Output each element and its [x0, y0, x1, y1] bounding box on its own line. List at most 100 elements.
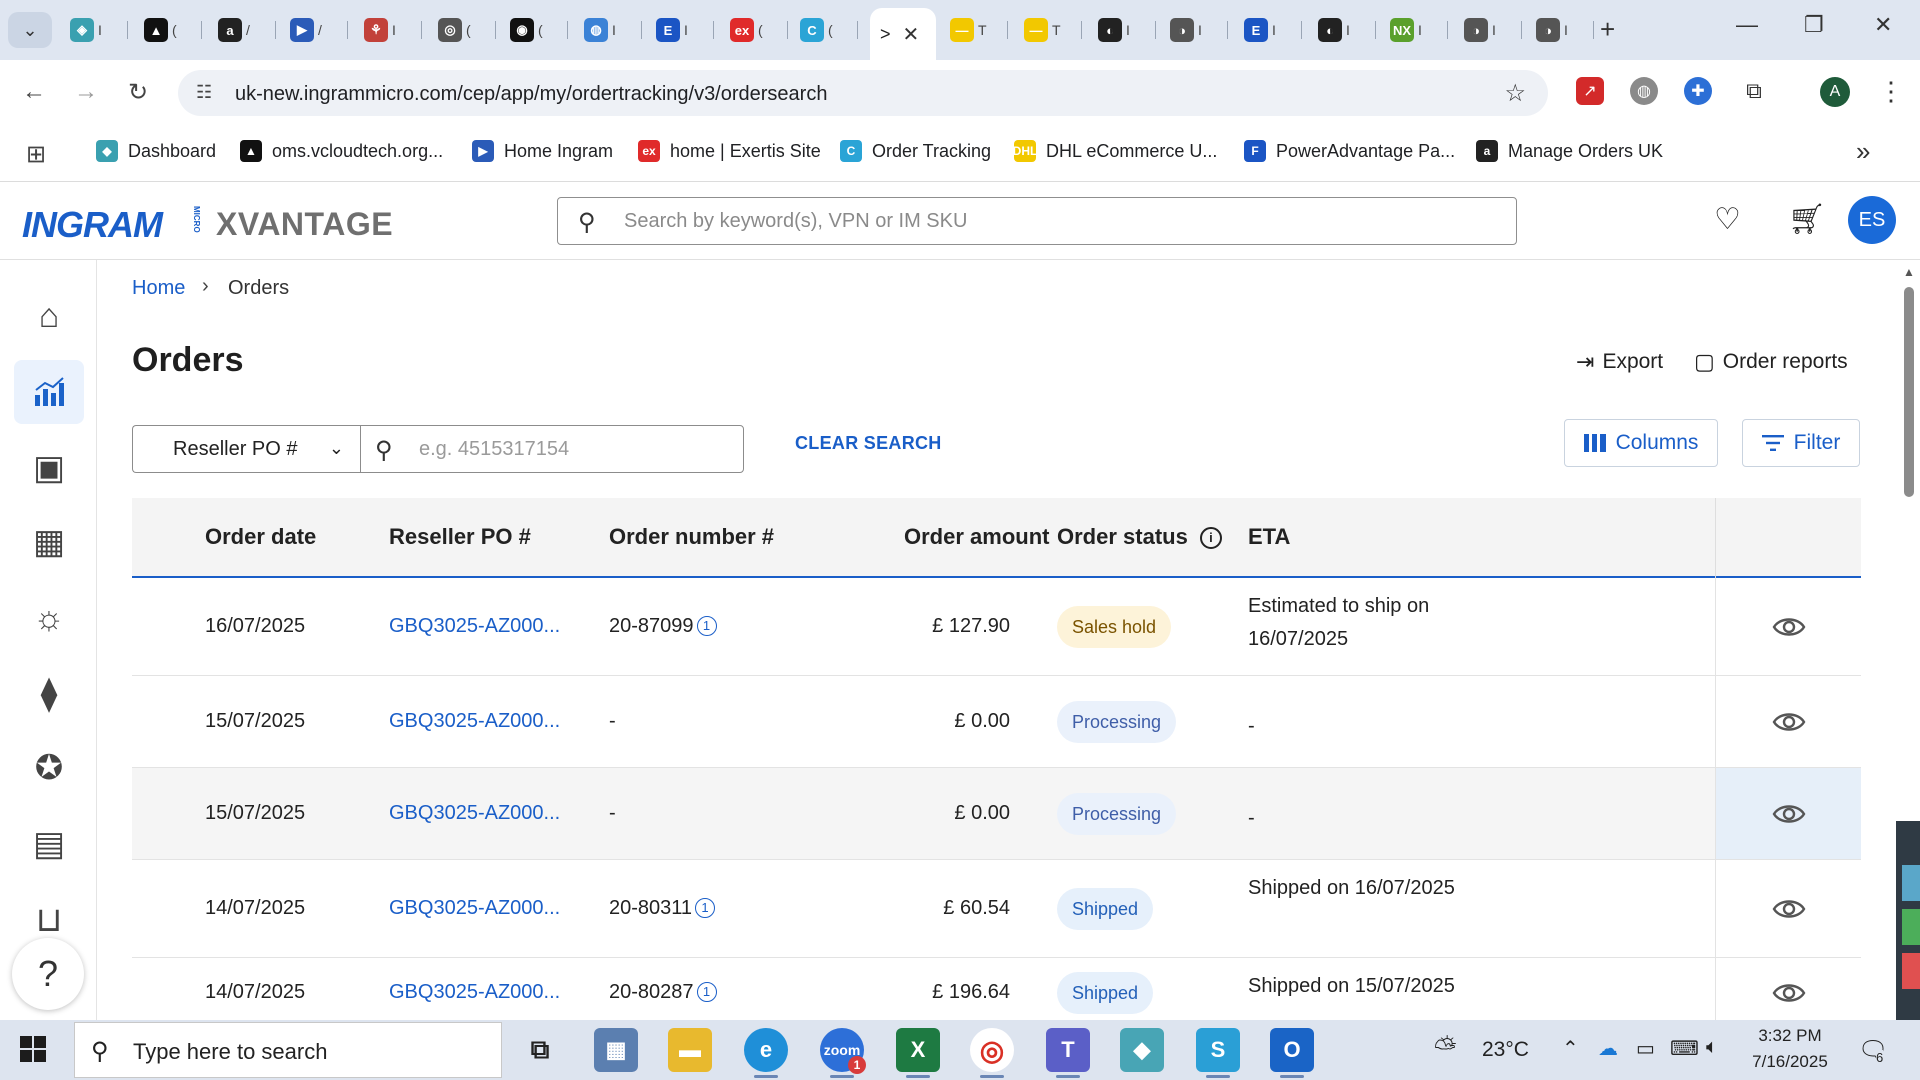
order-number-cell[interactable]: 20-87099 1 — [609, 615, 717, 638]
clock-time[interactable]: 3:32 PM — [1742, 1026, 1838, 1046]
edge-browser-icon[interactable]: e — [744, 1028, 788, 1078]
excel-app-icon[interactable]: X — [896, 1028, 940, 1078]
bookmark-item[interactable]: C Order Tracking — [840, 140, 991, 162]
url-text[interactable]: uk-new.ingrammicro.com/cep/app/my/ordert… — [235, 83, 827, 106]
apps-grid-icon[interactable]: ⊞ — [26, 140, 46, 169]
windows-start-icon[interactable] — [20, 1036, 46, 1062]
tab-search-chevron-icon[interactable]: ⌄ — [8, 12, 52, 48]
order-count-info-icon[interactable]: 1 — [696, 615, 717, 636]
nav-home-icon[interactable]: ⌂ — [14, 284, 84, 348]
order-number-cell[interactable]: 20-80311 1 — [609, 897, 716, 920]
order-count-info-icon[interactable]: 1 — [696, 981, 717, 1002]
order-reports-button[interactable]: ▢ Order reports — [1694, 349, 1848, 375]
profile-avatar[interactable]: A — [1820, 77, 1850, 107]
address-bar[interactable]: ☷ uk-new.ingrammicro.com/cep/app/my/orde… — [178, 70, 1548, 116]
new-tab-button[interactable]: + — [1600, 14, 1615, 45]
nav-lightbulb-icon[interactable]: ☼ — [14, 586, 84, 650]
browser-tab[interactable]: ⚘ I — [354, 12, 426, 48]
browser-tab[interactable]: ▲( — [134, 12, 206, 48]
pdf-extension-icon[interactable]: ↗ — [1576, 77, 1604, 105]
product-search-input[interactable] — [622, 206, 1482, 236]
browser-tab[interactable]: ◈ I — [60, 12, 132, 48]
table-row[interactable]: 15/07/2025 GBQ3025-AZ000... - £ 0.00 Process… — [132, 676, 1861, 768]
more-bookmarks-icon[interactable]: » — [1856, 136, 1870, 167]
col-eta[interactable]: ETA — [1248, 524, 1290, 550]
browser-tab[interactable]: NX I — [1380, 12, 1452, 48]
globe-extension-icon[interactable]: ◍ — [1630, 77, 1658, 105]
close-tab-icon[interactable]: ✕ — [903, 22, 920, 47]
site-info-icon[interactable]: ☷ — [196, 82, 212, 103]
network-icon[interactable]: ⌨ — [1670, 1036, 1699, 1061]
scroll-up-icon[interactable]: ▲ — [1903, 265, 1915, 279]
tray-chevron-up-icon[interactable]: ⌃ — [1562, 1036, 1579, 1061]
browser-menu-icon[interactable]: ⋮ — [1878, 76, 1904, 107]
extensions-icon[interactable]: ⧉ — [1740, 77, 1768, 105]
order-number-cell[interactable]: 20-80287 1 — [609, 981, 717, 1004]
columns-button[interactable]: Columns — [1564, 419, 1718, 467]
order-number-cell[interactable]: - — [609, 710, 616, 733]
browser-tab[interactable]: ◐ I — [1308, 12, 1380, 48]
order-number-cell[interactable]: - — [609, 802, 616, 825]
heart-icon[interactable]: ♡ — [1714, 202, 1741, 237]
col-order-amount[interactable]: Order amount — [904, 524, 1049, 550]
taskbar-search[interactable]: ⚲ Type here to search — [74, 1022, 502, 1078]
browser-tab[interactable]: ex( — [720, 12, 792, 48]
window-close-icon[interactable]: ✕ — [1874, 12, 1892, 38]
volume-icon[interactable]: 🔈︎ — [1706, 1036, 1718, 1059]
nav-products-box-icon[interactable]: ▣ — [14, 436, 84, 500]
filter-button[interactable]: Filter — [1742, 419, 1860, 467]
onedrive-cloud-icon[interactable]: ☁ — [1598, 1036, 1618, 1061]
table-row[interactable]: 16/07/2025 GBQ3025-AZ000... 20-87099 1 £ 127… — [132, 578, 1861, 676]
reseller-po-link[interactable]: GBQ3025-AZ000... — [389, 710, 560, 733]
col-order-status[interactable]: Order status i — [1057, 524, 1222, 550]
browser-tab[interactable]: ◑ I — [1454, 12, 1526, 48]
reseller-po-link[interactable]: GBQ3025-AZ000... — [389, 802, 560, 825]
browser-tab[interactable]: ◑ I — [1526, 12, 1598, 48]
browser-tab[interactable]: EI — [1234, 12, 1306, 48]
ingram-logo[interactable]: INGRAM — [22, 204, 163, 246]
reseller-po-link[interactable]: GBQ3025-AZ000... — [389, 981, 560, 1004]
cart-icon[interactable]: 🛒︎ — [1788, 202, 1826, 237]
browser-tab[interactable]: ▶ / — [280, 12, 352, 48]
weather-temperature[interactable]: 23°C — [1482, 1038, 1529, 1062]
nav-award-icon[interactable]: ✪ — [14, 736, 84, 800]
view-eye-icon[interactable] — [1772, 615, 1806, 639]
browser-tab[interactable]: EI — [646, 12, 718, 48]
view-eye-icon[interactable] — [1772, 981, 1806, 1005]
chrome-browser-icon[interactable]: ◎ — [970, 1028, 1014, 1078]
browser-tab[interactable]: C( — [790, 12, 862, 48]
restore-icon[interactable]: ❐ — [1804, 12, 1824, 38]
view-eye-icon[interactable] — [1772, 710, 1806, 734]
breadcrumb-home-link[interactable]: Home — [132, 277, 185, 300]
table-row[interactable]: 14/07/2025 GBQ3025-AZ000... 20-80311 1 £ 60.… — [132, 860, 1861, 958]
script-app-icon[interactable]: S — [1196, 1028, 1240, 1078]
back-arrow-icon[interactable]: ← — [22, 78, 46, 106]
teams-app-icon[interactable]: T — [1046, 1028, 1090, 1078]
order-count-info-icon[interactable]: 1 — [695, 897, 716, 918]
product-search-box[interactable]: ⚲ — [557, 197, 1517, 245]
browser-tab[interactable]: a / — [208, 12, 280, 48]
help-question-icon[interactable]: ? — [12, 938, 84, 1010]
nav-warehouse-icon[interactable]: ▦ — [14, 510, 84, 574]
browser-tab[interactable]: ◑ I — [1160, 12, 1232, 48]
tab-active[interactable]: > ✕ — [870, 8, 936, 60]
browser-tab[interactable]: ◎( — [428, 12, 500, 48]
notification-icon[interactable]: 🗨︎ — [1858, 1036, 1888, 1065]
view-eye-icon[interactable] — [1772, 897, 1806, 921]
bookmark-item[interactable]: F PowerAdvantage Pa... — [1244, 140, 1455, 162]
clock-date[interactable]: 7/16/2025 — [1742, 1052, 1838, 1072]
scrollbar-thumb[interactable] — [1904, 287, 1914, 497]
bookmark-item[interactable]: DHL DHL eCommerce U... — [1013, 140, 1217, 162]
calculator-app-icon[interactable]: ▦ — [594, 1028, 638, 1072]
outlook-app-icon[interactable]: O — [1270, 1028, 1314, 1078]
battery-icon[interactable]: ▭ — [1636, 1036, 1655, 1061]
browser-tab[interactable]: ◐ I — [1088, 12, 1160, 48]
view-eye-icon[interactable] — [1772, 802, 1806, 826]
clear-search-button[interactable]: CLEAR SEARCH — [795, 433, 942, 454]
nav-calendar-icon[interactable]: ▤ — [14, 812, 84, 876]
app-diamond-icon[interactable]: ◆ — [1120, 1028, 1164, 1072]
minimize-icon[interactable]: — — [1736, 12, 1758, 38]
order-search-input[interactable] — [417, 435, 717, 463]
table-row[interactable]: 14/07/2025 GBQ3025-AZ000... 20-80287 1 £ 196… — [132, 958, 1861, 1020]
forward-arrow-icon[interactable]: → — [74, 78, 98, 106]
